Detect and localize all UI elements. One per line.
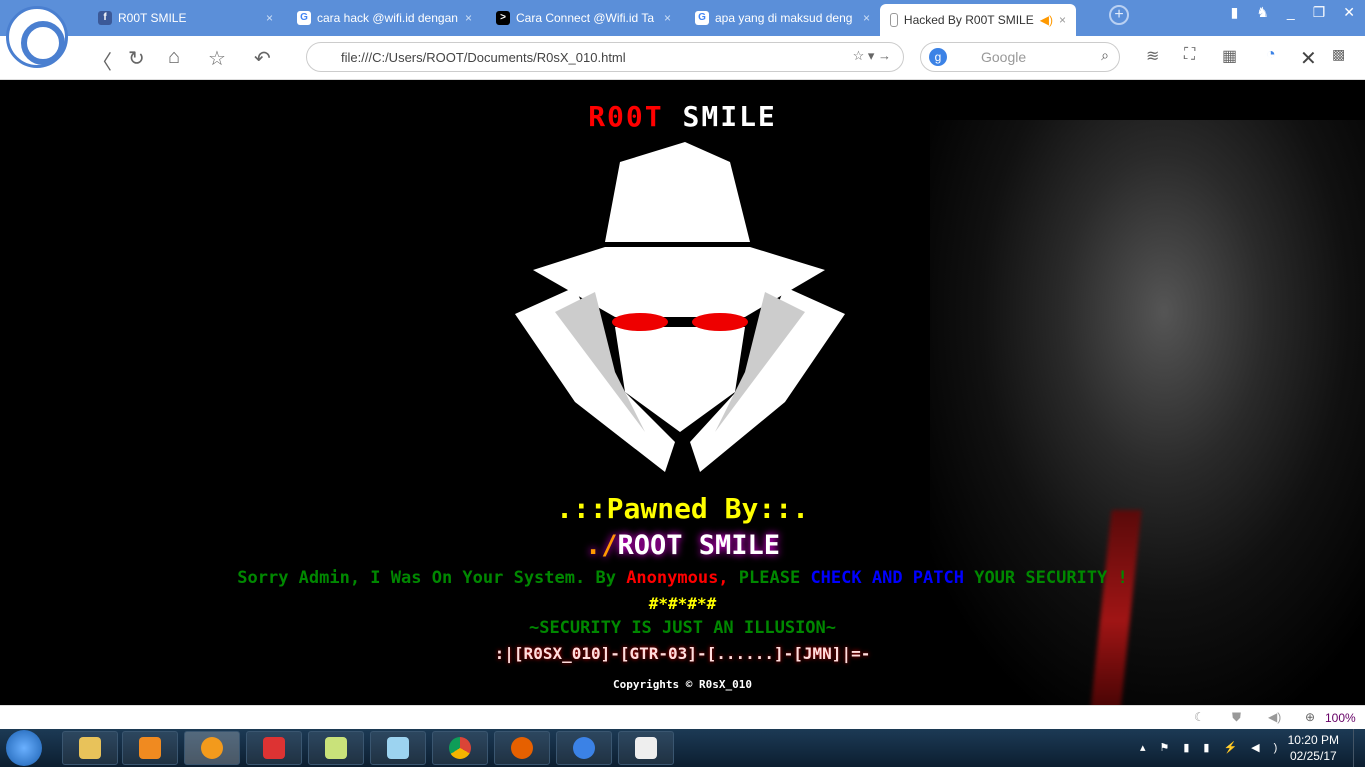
stars-divider: #*#*#*# [648, 594, 717, 613]
close-icon[interactable]: × [664, 11, 671, 25]
tab-label: apa yang di maksud deng [715, 11, 853, 25]
status-bar: ☾ ⛊ ◀) ⊕ 100% [0, 705, 1365, 729]
close-icon[interactable]: × [863, 11, 870, 25]
terminal-icon: > [496, 11, 510, 25]
facebook-icon: f [98, 11, 112, 25]
search-input[interactable]: g Google ⌕ [920, 42, 1120, 72]
taskbar-firefox[interactable] [494, 731, 550, 765]
tab-5-active[interactable]: Hacked By R00T SMILE ◀) × [880, 4, 1076, 36]
web-page: R00T SMILE .::Pawned By::. ./ROOT SMILE … [0, 80, 1365, 705]
page-icon [890, 13, 898, 27]
search-placeholder: Google [981, 49, 1027, 65]
search-engine-icon[interactable]: g [929, 48, 947, 66]
close-icon[interactable]: × [1059, 13, 1066, 27]
taskbar-media-player[interactable] [122, 731, 178, 765]
taskbar-uc-browser[interactable] [184, 731, 240, 765]
show-desktop-button[interactable] [1353, 729, 1365, 767]
taskbar-app[interactable] [556, 731, 612, 765]
skin-icon[interactable]: ▮ [1231, 4, 1239, 21]
screenshot-icon[interactable]: ⛶ [1184, 46, 1195, 64]
x-icon[interactable]: ✕ [1300, 46, 1317, 71]
time: 10:20 PM [1287, 733, 1339, 747]
address-bar[interactable]: file:///C:/Users/ROOT/Documents/R0sX_010… [306, 42, 904, 72]
wifi-icon[interactable]: ≋ [1146, 46, 1159, 66]
tab-4[interactable]: Gapa yang di maksud deng × [695, 6, 870, 30]
search-icon[interactable]: ⌕ [1101, 47, 1109, 64]
taskbar-editor[interactable] [618, 731, 674, 765]
tab-label: Cara Connect @Wifi.id Ta [516, 11, 655, 25]
night-mode-icon[interactable]: ☾ [1194, 710, 1205, 724]
hacker-spy-logo [515, 142, 845, 472]
tab-1[interactable]: f R00T SMILE × [98, 6, 273, 30]
bookmark-star-button[interactable]: ☆ [208, 46, 226, 71]
google-icon: G [297, 11, 311, 25]
adblock-icon[interactable]: ⛊ [1232, 710, 1241, 725]
tab-label: R00T SMILE [118, 11, 187, 25]
zoom-icon[interactable]: ⊕ [1305, 710, 1315, 724]
speaker-icon: ◀) [1039, 13, 1053, 27]
page-title: R00T SMILE [588, 100, 777, 133]
tab-3[interactable]: > Cara Connect @Wifi.id Ta × [496, 6, 671, 30]
undo-button[interactable]: ↶ [254, 46, 271, 71]
shirt-icon[interactable]: ♞ [1256, 4, 1269, 21]
start-button[interactable] [6, 730, 42, 766]
tab-label: cara hack @wifi.id dengan [317, 11, 458, 25]
copyright: Copyrights © R0sX_010 [612, 678, 753, 691]
slogan: ~SECURITY IS JUST AN ILLUSION~ [528, 618, 837, 638]
taskbar-chrome[interactable] [432, 731, 488, 765]
new-tab-button[interactable]: + [1109, 5, 1129, 25]
close-window-button[interactable]: ✕ [1343, 4, 1355, 21]
date: 02/25/17 [1289, 749, 1337, 763]
restore-button[interactable]: ❐ [1313, 4, 1326, 21]
author-name: ./ROOT SMILE [584, 530, 781, 561]
speed-icon[interactable]: ◔ [1266, 46, 1276, 64]
volume-icon[interactable]: ◀) [1268, 710, 1281, 724]
zoom-level[interactable]: 100% [1325, 711, 1356, 725]
tab-2[interactable]: Gcara hack @wifi.id dengan × [297, 6, 472, 30]
minimize-button[interactable]: _ [1287, 4, 1295, 21]
tab-bar: f R00T SMILE × Gcara hack @wifi.id dengan ×… [0, 0, 1365, 36]
taskbar-snipping-tool[interactable] [246, 731, 302, 765]
close-icon[interactable]: × [266, 11, 273, 25]
close-icon[interactable]: × [465, 11, 472, 25]
back-button[interactable]: 〈 [92, 46, 112, 75]
uc-browser-logo[interactable] [6, 6, 68, 68]
toolbar: 〈 ↻ ⌂ ☆ ↶ file:///C:/Users/ROOT/Document… [0, 36, 1365, 80]
pawned-by-heading: .::Pawned By::. [556, 492, 809, 525]
system-tray-icons[interactable]: ▴⚑▮▮⚡◀) [1140, 741, 1291, 754]
qr-icon[interactable]: ▩ [1332, 46, 1345, 63]
taskbar: ▴⚑▮▮⚡◀) 10:20 PM 02/25/17 [0, 729, 1365, 767]
taskbar-sticky-notes[interactable] [308, 731, 364, 765]
tab-label: Hacked By R00T SMILE [903, 13, 1034, 27]
clock[interactable]: 10:20 PM 02/25/17 [1288, 732, 1339, 764]
message-line: Sorry Admin, I Was On Your System. By An… [237, 568, 1128, 588]
star-arrow-icon[interactable]: ☆ ▾ → [853, 48, 891, 64]
refresh-button[interactable]: ↻ [128, 46, 145, 71]
taskbar-notepad[interactable] [370, 731, 426, 765]
google-icon: G [695, 11, 709, 25]
crew-code: :|[R0SX_010]-[GTR-03]-[......]-[JMN]|=- [494, 644, 871, 663]
taskbar-explorer[interactable] [62, 731, 118, 765]
home-button[interactable]: ⌂ [168, 46, 180, 69]
extensions-icon[interactable]: ▦ [1222, 46, 1237, 66]
address-text: file:///C:/Users/ROOT/Documents/R0sX_010… [341, 50, 626, 65]
